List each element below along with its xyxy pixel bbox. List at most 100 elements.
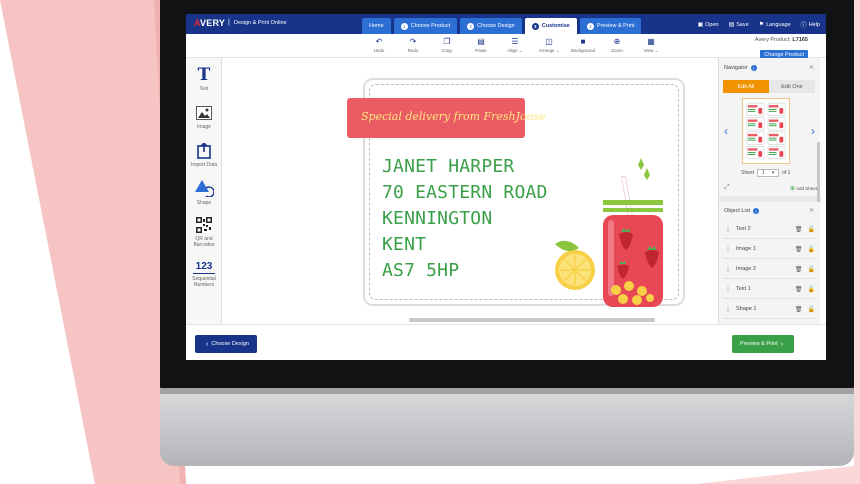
- sheet-select-value: 1: [761, 170, 765, 176]
- background-button[interactable]: ■ Background: [566, 36, 600, 56]
- address-line-county[interactable]: KENT: [382, 234, 426, 255]
- tab-choose-product[interactable]: 1 Choose Product: [393, 18, 458, 34]
- navigator-title: Navigator i: [724, 65, 757, 71]
- import-data-icon: [186, 142, 222, 160]
- image-tool[interactable]: Image: [186, 104, 222, 130]
- image-icon: [186, 104, 222, 122]
- lock-icon[interactable]: 🔓: [808, 246, 815, 253]
- save-link[interactable]: ▤ Save: [729, 20, 749, 29]
- help-link[interactable]: ⓘ Help: [801, 20, 820, 30]
- brand-logo[interactable]: AVERY: [194, 18, 225, 28]
- address-line-town[interactable]: KENNINGTON: [382, 208, 492, 229]
- trash-icon[interactable]: 🗑: [795, 226, 803, 233]
- tab-customise[interactable]: 3 Customise: [524, 18, 577, 34]
- chevron-right-icon[interactable]: ›: [811, 124, 815, 138]
- sequential-numbers-tool[interactable]: 123 Sequential Numbers: [186, 260, 222, 288]
- language-label: Language: [766, 21, 791, 28]
- undo-button[interactable]: ↶ Undo: [362, 36, 396, 56]
- sequential-numbers-icon: 123: [193, 260, 215, 274]
- banner-shape[interactable]: Special delivery from FreshJoose: [347, 98, 545, 138]
- step-number-badge: 1: [400, 22, 408, 30]
- tab-edit-one[interactable]: Edit One: [769, 80, 815, 93]
- tab-label: Choose Product: [410, 23, 451, 29]
- preview-print-label: Preview & Print: [740, 341, 778, 347]
- banner-text[interactable]: Special delivery from FreshJoose: [361, 110, 545, 123]
- paste-button[interactable]: ▤ Paste: [464, 36, 498, 56]
- monitor-chin-shadow: [160, 388, 854, 394]
- address-line-name[interactable]: JANET HARPER: [382, 156, 514, 177]
- choose-design-button[interactable]: ‹ Choose Design: [195, 335, 257, 353]
- drag-handle-icon[interactable]: ⋮: [725, 286, 731, 293]
- sheet-of-label: of 1: [782, 170, 791, 176]
- zoom-button[interactable]: ⊕ Zoom: [600, 36, 634, 56]
- save-icon: ▤: [728, 22, 735, 28]
- trash-icon[interactable]: 🗑: [795, 246, 803, 253]
- object-list-item[interactable]: ⋮ Image 2 🗑 🔓: [723, 260, 817, 279]
- close-icon[interactable]: ✕: [809, 64, 814, 71]
- view-dropdown[interactable]: ▦ View ⌄: [634, 36, 668, 56]
- object-list-item[interactable]: ⋮ Text 1 🗑 🔓: [723, 280, 817, 299]
- trash-icon[interactable]: 🗑: [795, 266, 803, 273]
- tab-preview-print[interactable]: 4 Preview & Print: [579, 18, 642, 34]
- add-icon: ⊕: [789, 186, 795, 192]
- trash-icon[interactable]: 🗑: [795, 306, 803, 313]
- horizontal-scrollbar[interactable]: [409, 318, 655, 322]
- sheet-selector-row: Sheet 1 ▾ of 1: [741, 169, 790, 177]
- zoom-icon: ⊕: [613, 37, 621, 46]
- folder-icon: ▣: [697, 22, 704, 28]
- address-line-street[interactable]: 70 EASTERN ROAD: [382, 182, 548, 203]
- lock-icon[interactable]: 🔓: [808, 306, 815, 313]
- save-label: Save: [736, 21, 749, 28]
- edit-toolbar: ↶ Undo ↷ Redo ❐ Copy ▤ Paste ☰ Align ⌄ ◫…: [186, 34, 826, 60]
- object-list-item[interactable]: ⋮ Text 2 🗑 🔓: [723, 220, 817, 239]
- text-icon: T: [197, 65, 211, 85]
- sheet-label: Sheet: [741, 170, 755, 176]
- add-sheet-button[interactable]: ⊕ Add Sheet: [790, 185, 817, 192]
- align-dropdown[interactable]: ☰ Align ⌄: [498, 36, 532, 56]
- import-data-tool[interactable]: Import Data: [186, 142, 222, 168]
- object-list-item[interactable]: ⋮ Shape 1 🗑 🔓: [723, 300, 817, 319]
- preview-print-button[interactable]: Preview & Print ›: [732, 335, 794, 353]
- text-tool[interactable]: T Text: [186, 65, 222, 92]
- tab-choose-design[interactable]: 2 Choose Design: [460, 18, 522, 34]
- arrange-dropdown[interactable]: ◫ Arrange ⌄: [532, 36, 566, 56]
- qr-barcodes-tool[interactable]: QR and Barcodes: [186, 216, 222, 248]
- address-line-postcode[interactable]: AS7 5HP: [382, 260, 459, 281]
- expand-icon[interactable]: ⤢: [724, 184, 730, 192]
- tool-label: Arrange ⌄: [538, 48, 560, 53]
- chevron-left-icon[interactable]: ‹: [724, 124, 728, 138]
- tab-label: Choose Design: [477, 23, 515, 29]
- tab-edit-all[interactable]: Edit All: [723, 80, 769, 93]
- close-icon[interactable]: ✕: [809, 207, 814, 214]
- sheet-thumbnail[interactable]: [742, 98, 790, 164]
- view-icon: ▦: [647, 37, 655, 46]
- info-icon[interactable]: i: [750, 65, 757, 71]
- shape-tool[interactable]: Shape: [186, 178, 222, 206]
- info-icon[interactable]: i: [752, 208, 759, 214]
- shape-icon: [186, 178, 222, 198]
- drag-handle-icon[interactable]: ⋮: [725, 226, 731, 233]
- trash-icon[interactable]: 🗑: [795, 286, 803, 293]
- top-links: ▣ Open ▤ Save ⚑ Language ⓘ Help: [687, 20, 820, 30]
- tab-home[interactable]: Home: [362, 18, 391, 34]
- redo-button[interactable]: ↷ Redo: [396, 36, 430, 56]
- lock-icon[interactable]: 🔓: [808, 266, 815, 273]
- vertical-scrollbar[interactable]: [817, 142, 820, 202]
- drag-handle-icon[interactable]: ⋮: [725, 246, 731, 253]
- language-link[interactable]: ⚑ Language: [759, 20, 791, 29]
- lock-icon[interactable]: 🔓: [808, 226, 815, 233]
- object-list-item[interactable]: ⋮ Image 1 🗑 🔓: [723, 240, 817, 259]
- tab-label: Home: [369, 23, 384, 29]
- drag-handle-icon[interactable]: ⋮: [725, 306, 731, 313]
- panel-divider: [719, 196, 821, 202]
- product-prefix: Avery Product:: [754, 37, 791, 43]
- lock-icon[interactable]: 🔓: [808, 286, 815, 293]
- drag-handle-icon[interactable]: ⋮: [725, 266, 731, 273]
- lemonade-jar-image[interactable]: [553, 158, 663, 318]
- open-link[interactable]: ▣ Open: [697, 20, 718, 29]
- chevron-down-icon: ▾: [771, 170, 775, 176]
- align-icon: ☰: [511, 37, 519, 46]
- copy-button[interactable]: ❐ Copy: [430, 36, 464, 56]
- sheet-select[interactable]: 1 ▾: [757, 169, 780, 177]
- chevron-right-icon: ›: [780, 340, 783, 348]
